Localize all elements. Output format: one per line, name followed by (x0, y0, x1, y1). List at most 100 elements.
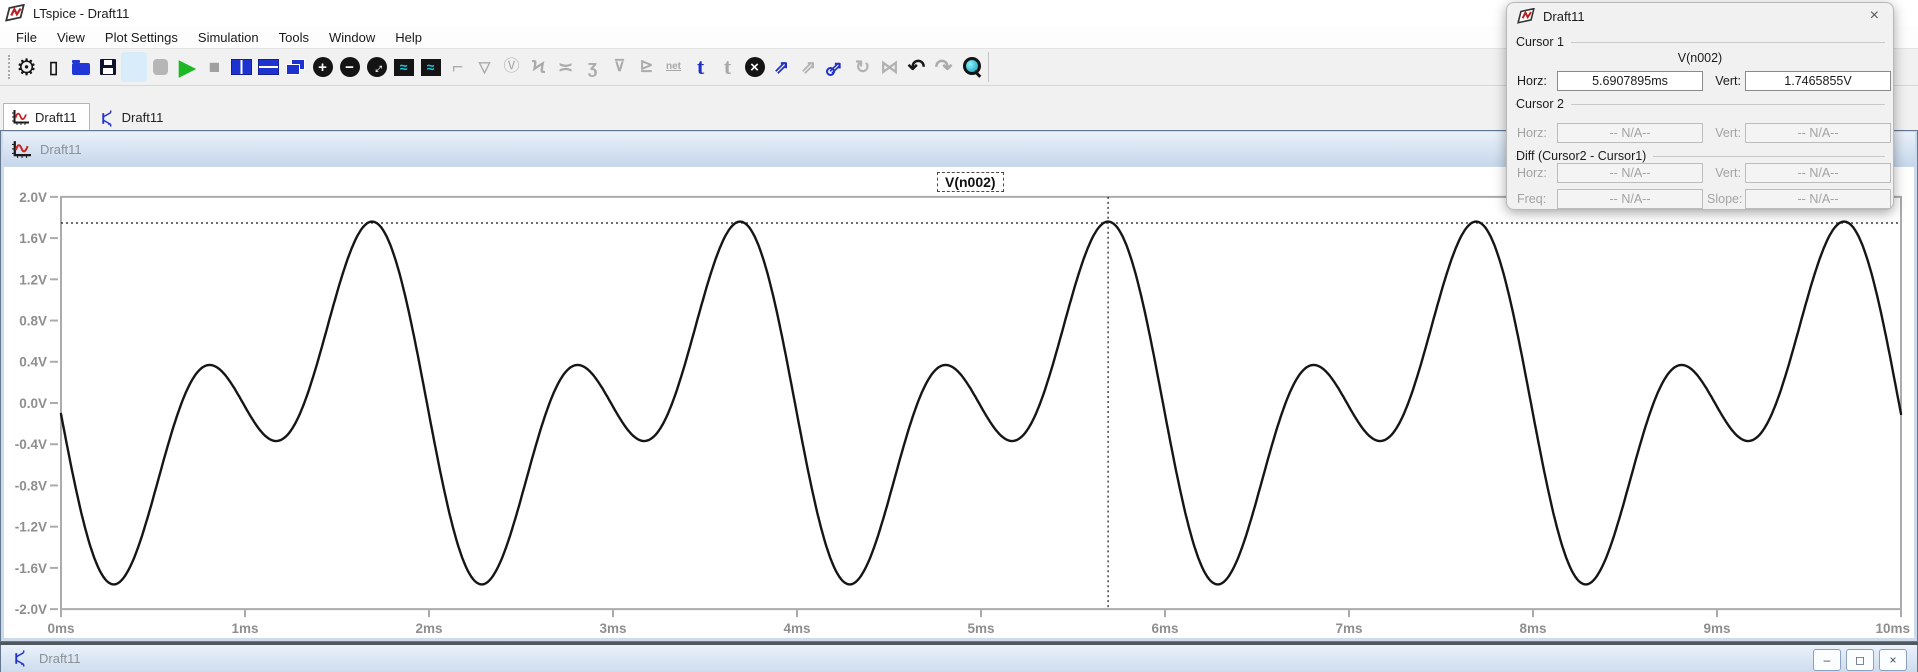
net-name-icon[interactable]: net (660, 51, 687, 83)
copy-icon[interactable]: ⇗ (768, 51, 795, 83)
cut-icon[interactable]: ⇗ (795, 51, 822, 83)
label-net-icon[interactable]: Ⓥ (498, 51, 525, 83)
y-tick-label: -0.4V (15, 437, 47, 452)
diff-slope-label: Slope: (1707, 192, 1741, 206)
menu-item-view[interactable]: View (47, 28, 95, 47)
trace-label[interactable]: V(n002) (937, 172, 1004, 192)
x-tick-label: 0ms (47, 621, 74, 636)
tile-vertical-icon[interactable] (228, 51, 255, 83)
menu-item-plot-settings[interactable]: Plot Settings (95, 28, 188, 47)
restore-button[interactable]: ◻ (1846, 649, 1874, 671)
plot-area: 2.0V1.6V1.2V0.8V0.4V0.0V-0.4V-0.8V-1.2V-… (4, 167, 1914, 638)
wire-icon[interactable]: ⌐ (444, 51, 471, 83)
menu-item-tools[interactable]: Tools (269, 28, 319, 47)
x-tick-label: 1ms (231, 621, 258, 636)
diff-group: Diff (Cursor2 - Cursor1) Horz: -- N/A-- … (1515, 156, 1885, 209)
open-file-icon[interactable] (67, 51, 94, 83)
tab-schematic-1[interactable]: Draft11 (90, 103, 177, 130)
close-icon[interactable]: × (1866, 8, 1883, 24)
waveform-trace[interactable] (61, 222, 1901, 585)
x-tick-label: 6ms (1151, 621, 1178, 636)
y-tick-label: -1.2V (15, 520, 47, 535)
x-tick-label: 9ms (1703, 621, 1730, 636)
active-blank-button[interactable] (121, 52, 147, 82)
y-tick-label: 1.6V (19, 231, 47, 246)
caption-buttons: –◻× (1813, 649, 1907, 671)
diff-horz-label: Horz: (1517, 166, 1553, 180)
ground-icon[interactable]: ▽ (471, 51, 498, 83)
menu-item-window[interactable]: Window (319, 28, 385, 47)
resistor-icon[interactable]: Ϟ (525, 51, 552, 83)
tile-horizontal-icon[interactable] (255, 51, 282, 83)
cursor-dialog: Draft11 × Cursor 1 V(n002) Horz: 5.69078… (1506, 2, 1894, 210)
menu-item-help[interactable]: Help (385, 28, 432, 47)
spice-directive-icon[interactable]: t (714, 51, 741, 83)
x-tick-label: 2ms (415, 621, 442, 636)
component-icon[interactable]: ⊵ (633, 51, 660, 83)
cursor1-horz-value[interactable]: 5.6907895ms (1557, 71, 1703, 91)
mirror-icon[interactable]: ⋈ (876, 51, 903, 83)
tab-label: Draft11 (122, 110, 164, 125)
y-tick-label: 0.4V (19, 355, 47, 370)
run-icon[interactable]: ▶ (174, 51, 201, 83)
y-tick-label: 1.2V (19, 272, 47, 287)
schematic-window: Draft11 –◻× (0, 645, 1918, 672)
zoom-full-extents-icon[interactable]: ↔ (363, 51, 390, 83)
undo-icon[interactable]: ↶ (903, 51, 930, 83)
pause-icon[interactable] (147, 51, 174, 83)
cursor1-horz-label: Horz: (1517, 74, 1553, 88)
menu-item-file[interactable]: File (6, 28, 47, 47)
autorange-y-icon[interactable]: ≈ (390, 51, 417, 83)
minimize-button[interactable]: – (1813, 649, 1841, 671)
x-tick-label: 3ms (599, 621, 626, 636)
find-icon[interactable] (957, 51, 984, 83)
cursor-dialog-title: Draft11 (1543, 9, 1866, 24)
cascade-windows-icon[interactable] (282, 51, 309, 83)
close-button[interactable]: × (1879, 649, 1907, 671)
tab-waveform-0[interactable]: Draft11 (3, 103, 90, 130)
zoom-in-icon[interactable]: + (309, 51, 336, 83)
cursor2-group-label: Cursor 2 (1516, 97, 1571, 111)
cursor1-vert-label: Vert: (1707, 74, 1741, 88)
diff-slope-value[interactable]: -- N/A-- (1745, 189, 1891, 209)
capacitor-icon[interactable]: ≍ (552, 51, 579, 83)
waveform-window-title: Draft11 (40, 142, 82, 157)
schematic-window-title: Draft11 (39, 651, 1813, 666)
text-icon[interactable]: t (687, 51, 714, 83)
inductor-icon[interactable]: ʒ (579, 51, 606, 83)
y-tick-label: -1.6V (15, 561, 47, 576)
schematic-window-icon (12, 650, 29, 667)
toolbar-grip (4, 51, 13, 83)
diff-freq-value[interactable]: -- N/A-- (1557, 189, 1703, 209)
add-plot-pane-icon[interactable]: ≈ (417, 51, 444, 83)
diff-horz-value[interactable]: -- N/A-- (1557, 163, 1703, 183)
x-tick-label: 4ms (783, 621, 810, 636)
rotate-icon[interactable]: ↻ (849, 51, 876, 83)
ltspice-window: LTspice - Draft11 FileViewPlot SettingsS… (0, 0, 1918, 672)
control-panel-icon[interactable]: ⚙ (13, 51, 40, 83)
save-icon[interactable] (94, 51, 121, 83)
y-tick-label: 0.8V (19, 314, 47, 329)
cursor1-signal: V(n002) (1515, 51, 1885, 65)
diff-vert-value[interactable]: -- N/A-- (1745, 163, 1891, 183)
cursor2-vert-label: Vert: (1707, 126, 1741, 140)
window-title: LTspice - Draft11 (33, 6, 129, 21)
cursor1-group-label: Cursor 1 (1516, 35, 1571, 49)
diff-vert-label: Vert: (1707, 166, 1741, 180)
x-tick-label: 10ms (1875, 621, 1910, 636)
cursor1-vert-value[interactable]: 1.7465855V (1745, 71, 1891, 91)
cursor-dialog-titlebar[interactable]: Draft11 × (1507, 3, 1893, 29)
redo-icon[interactable]: ↷ (930, 51, 957, 83)
halt-icon[interactable]: ■ (201, 51, 228, 83)
drag-icon[interactable]: ⇗ (822, 51, 849, 83)
diff-group-label: Diff (Cursor2 - Cursor1) (1516, 149, 1653, 163)
plot-canvas: 2.0V1.6V1.2V0.8V0.4V0.0V-0.4V-0.8V-1.2V-… (4, 167, 1914, 638)
delete-icon[interactable]: × (741, 51, 768, 83)
diode-icon[interactable]: ⊽ (606, 51, 633, 83)
zoom-out-icon[interactable]: − (336, 51, 363, 83)
cursor2-horz-value[interactable]: -- N/A-- (1557, 123, 1703, 143)
cursor2-vert-value[interactable]: -- N/A-- (1745, 123, 1891, 143)
new-schematic-icon[interactable]: ▯ (40, 51, 67, 83)
menu-item-simulation[interactable]: Simulation (188, 28, 269, 47)
cursor2-group: Cursor 2 Horz: -- N/A-- Vert: -- N/A-- (1515, 104, 1885, 143)
